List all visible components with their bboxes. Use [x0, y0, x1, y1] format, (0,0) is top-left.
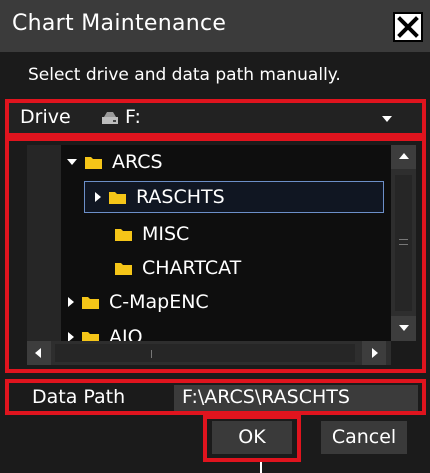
- data-path-row: Data Path F:\ARCS\RASCHTS: [5, 379, 426, 415]
- drive-row: Drive F:: [5, 99, 426, 137]
- expand-right-icon[interactable]: [68, 332, 74, 341]
- data-path-field[interactable]: F:\ARCS\RASCHTS: [174, 385, 418, 411]
- chart-maintenance-dialog: Chart Maintenance Select drive and data …: [0, 0, 430, 473]
- horizontal-scroll-thumb[interactable]: [55, 344, 355, 362]
- scroll-down-button[interactable]: [391, 316, 416, 341]
- tree-item-label: RASCHTS: [136, 186, 225, 208]
- tree-item-aio[interactable]: AIO: [68, 321, 143, 341]
- tree-gutter: [27, 145, 61, 341]
- grip-icon: [399, 239, 408, 245]
- close-button[interactable]: [393, 12, 423, 42]
- horizontal-scrollbar[interactable]: [27, 341, 391, 365]
- dialog-title: Chart Maintenance: [12, 11, 227, 36]
- data-path-label: Data Path: [32, 386, 126, 408]
- title-bar: Chart Maintenance: [0, 0, 430, 52]
- drive-icon: [102, 112, 118, 124]
- chevron-down-icon[interactable]: [382, 116, 392, 122]
- folder-icon: [82, 296, 99, 309]
- folder-icon: [115, 228, 132, 241]
- tree-item-label: C-MapENC: [109, 291, 209, 313]
- folder-icon: [85, 156, 102, 169]
- tree-clip: AIO: [27, 320, 391, 341]
- close-icon: [397, 16, 419, 38]
- scroll-left-button[interactable]: [27, 341, 51, 365]
- tree-item-label: AIO: [109, 326, 143, 341]
- data-path-value: F:\ARCS\RASCHTS: [182, 386, 350, 408]
- drive-value: F:: [125, 106, 141, 128]
- tree-item-cmapenc[interactable]: C-MapENC: [68, 286, 209, 318]
- drive-select[interactable]: F:: [91, 105, 411, 131]
- folder-icon: [109, 191, 126, 204]
- grip-icon: [151, 350, 152, 358]
- tree-item-label: MISC: [142, 223, 190, 245]
- expand-right-icon[interactable]: [68, 297, 74, 307]
- ok-button[interactable]: OK: [212, 421, 292, 454]
- tree-item-label: CHARTCAT: [142, 257, 242, 279]
- vertical-scroll-thumb[interactable]: [395, 175, 412, 311]
- vertical-scrollbar[interactable]: [391, 145, 416, 341]
- scroll-right-button[interactable]: [362, 341, 386, 365]
- scroll-up-button[interactable]: [391, 145, 416, 169]
- drive-label: Drive: [20, 106, 71, 128]
- instruction-text: Select drive and data path manually.: [28, 65, 341, 85]
- callout-line: [260, 462, 262, 473]
- folder-icon: [115, 262, 132, 275]
- tree-item-raschts[interactable]: RASCHTS: [84, 181, 384, 213]
- tree-item-misc[interactable]: MISC: [115, 218, 189, 250]
- cancel-button[interactable]: Cancel: [321, 421, 407, 454]
- expand-down-icon[interactable]: [67, 159, 77, 165]
- tree-item-arcs[interactable]: ARCS: [67, 146, 163, 178]
- expand-right-icon[interactable]: [95, 192, 101, 202]
- tree-item-chartcat[interactable]: CHARTCAT: [115, 252, 241, 284]
- folder-icon: [82, 331, 99, 341]
- tree-item-label: ARCS: [112, 151, 163, 173]
